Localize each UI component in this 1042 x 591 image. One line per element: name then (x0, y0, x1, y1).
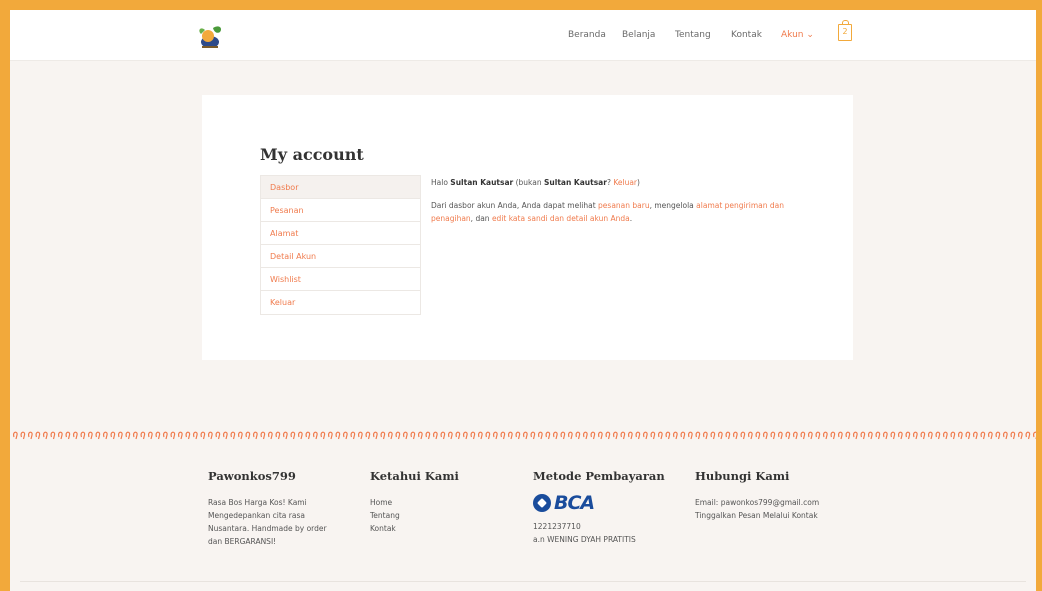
account-nav-pesanan[interactable]: Pesanan (261, 199, 420, 222)
account-nav-detail-akun[interactable]: Detail Akun (261, 245, 420, 268)
account-nav-alamat[interactable]: Alamat (261, 222, 420, 245)
footer-about-column: Ketahui Kami Home Tentang Kontak (370, 468, 510, 535)
footer-payment-title: Metode Pembayaran (533, 469, 665, 483)
cart-icon[interactable]: 2 (838, 20, 852, 41)
greeting-username-2: Sultan Kautsar (544, 178, 607, 187)
footer-link-home[interactable]: Home (370, 496, 510, 509)
site-logo[interactable] (193, 20, 227, 52)
dashboard-content: Halo Sultan Kautsar (bukan Sultan Kautsa… (431, 176, 801, 225)
footer-contact-column: Hubungi Kami Email: pawonkos799@gmail.co… (695, 468, 865, 522)
footer-payment-column: Metode Pembayaran BCA 1221237710 a.n WEN… (533, 468, 683, 546)
account-nav-wishlist[interactable]: Wishlist (261, 268, 420, 291)
orders-link[interactable]: pesanan baru (598, 201, 650, 210)
intro-t3: , dan (470, 214, 492, 223)
nav-tentang[interactable]: Tentang (675, 30, 711, 40)
footer-brand-title: Pawonkos799 (208, 469, 296, 483)
nav-belanja[interactable]: Belanja (622, 30, 655, 40)
bca-mark-icon (533, 494, 551, 512)
footer-contact-title: Hubungi Kami (695, 469, 790, 483)
greeting-close: ) (637, 178, 640, 187)
account-navigation: Dasbor Pesanan Alamat Detail Akun Wishli… (260, 175, 421, 315)
decorative-divider (12, 431, 1036, 440)
footer-brand-line: Nusantara. Handmade by order (208, 524, 327, 533)
footer-link-tentang[interactable]: Tentang (370, 509, 510, 522)
footer-divider (20, 581, 1026, 582)
logout-link[interactable]: Keluar (613, 178, 637, 187)
intro-text: Dari dasbor akun Anda, Anda dapat meliha… (431, 199, 801, 225)
account-number: 1221237710 (533, 522, 581, 531)
intro-t1: Dari dasbor akun Anda, Anda dapat meliha… (431, 201, 599, 210)
nav-akun-dropdown[interactable]: Akun ⌄ (781, 30, 814, 40)
footer-brand-line: Mengedepankan cita rasa (208, 511, 305, 520)
account-card: My account Dasbor Pesanan Alamat Detail … (202, 95, 853, 360)
greeting-username: Sultan Kautsar (450, 178, 514, 187)
site-footer: Pawonkos799 Rasa Bos Harga Kos! Kami Men… (10, 450, 1036, 591)
footer-brand-line: dan BERGARANSI! (208, 537, 277, 546)
intro-t4: . (629, 214, 633, 223)
footer-brand-line: Rasa Bos Harga Kos! Kami (208, 498, 307, 507)
contact-note: Tinggalkan Pesan Melalui Kontak (695, 511, 818, 520)
greeting-hello: Halo (431, 178, 451, 187)
page-title: My account (260, 145, 364, 164)
account-nav-dasbor[interactable]: Dasbor (261, 176, 420, 199)
footer-about-title: Ketahui Kami (370, 469, 459, 483)
bca-wordmark: BCA (554, 491, 595, 514)
account-name: a.n WENING DYAH PRATITIS (533, 535, 636, 544)
bca-logo: BCA (533, 492, 683, 514)
page-frame: Beranda Belanja Tentang Kontak Akun ⌄ 2 … (10, 10, 1036, 591)
nav-kontak[interactable]: Kontak (731, 30, 762, 40)
footer-link-kontak[interactable]: Kontak (370, 522, 510, 535)
contact-email[interactable]: Email: pawonkos799@gmail.com (695, 496, 865, 509)
nav-beranda[interactable]: Beranda (568, 30, 606, 40)
cart-count: 2 (842, 27, 848, 36)
greeting-not-prefix: (bukan (513, 178, 545, 187)
footer-brand-column: Pawonkos799 Rasa Bos Harga Kos! Kami Men… (208, 468, 348, 548)
greeting-text: Halo Sultan Kautsar (bukan Sultan Kautsa… (431, 176, 801, 189)
site-header: Beranda Belanja Tentang Kontak Akun ⌄ 2 (10, 10, 1036, 61)
account-details-link[interactable]: edit kata sandi dan detail akun Anda (492, 214, 630, 223)
account-nav-keluar[interactable]: Keluar (261, 291, 420, 314)
intro-t2: , mengelola (649, 201, 697, 210)
